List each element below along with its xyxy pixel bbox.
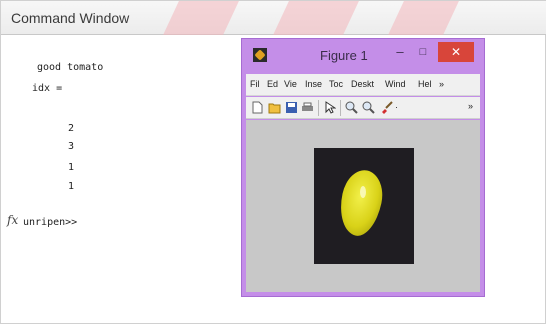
minimize-button[interactable]: – — [390, 44, 410, 60]
fx-icon[interactable]: fx — [7, 213, 18, 227]
zoom-in-icon[interactable] — [345, 101, 358, 114]
tomato-image — [314, 148, 414, 264]
menu-desktop[interactable]: Deskt — [351, 79, 374, 89]
tomato-shape — [334, 166, 388, 240]
figure-menubar: Fil Ed Vie Inse Toc Deskt Wind Hel » — [246, 74, 480, 96]
figure-title: Figure 1 — [320, 48, 368, 63]
menu-overflow-icon[interactable]: » — [439, 79, 444, 89]
menu-insert[interactable]: Inse — [305, 79, 322, 89]
tomato-highlight — [360, 186, 366, 198]
toolbar-separator — [340, 100, 341, 116]
brush-dropdown-icon[interactable]: · — [395, 102, 398, 112]
output-line: idx = — [32, 83, 63, 94]
output-line: 1 — [68, 181, 75, 192]
figure-canvas — [246, 120, 480, 292]
menu-file[interactable]: Fil — [250, 79, 260, 89]
close-button[interactable]: ✕ — [438, 42, 474, 62]
zoom-out-icon[interactable] — [362, 101, 375, 114]
output-line: 1 — [68, 162, 75, 173]
watermark-stripe — [163, 1, 239, 35]
figure-window[interactable]: Figure 1 – □ ✕ Fil Ed Vie Inse Toc Deskt… — [241, 38, 485, 297]
menu-edit[interactable]: Ed — [267, 79, 278, 89]
output-line: good tomato — [37, 62, 104, 73]
menu-window[interactable]: Wind — [385, 79, 406, 89]
toolbar-separator — [318, 100, 319, 116]
figure-titlebar[interactable]: Figure 1 – □ ✕ — [242, 39, 484, 71]
command-window-titlebar: Command Window — [1, 1, 546, 35]
output-line: 3 — [68, 141, 75, 152]
menu-view[interactable]: Vie — [284, 79, 297, 89]
menu-help[interactable]: Hel — [418, 79, 432, 89]
watermark-stripe — [273, 1, 359, 35]
toolbar-overflow-icon[interactable]: » — [468, 101, 473, 111]
new-file-icon[interactable] — [251, 101, 264, 114]
menu-tools[interactable]: Toc — [329, 79, 343, 89]
brush-icon[interactable] — [380, 101, 393, 114]
watermark-stripe — [388, 1, 459, 35]
output-line: 2 — [68, 123, 75, 134]
maximize-button[interactable]: □ — [413, 44, 433, 60]
open-folder-icon[interactable] — [268, 101, 281, 114]
pointer-icon[interactable] — [323, 101, 336, 114]
figure-toolbar: · » — [246, 97, 480, 119]
matlab-logo-icon — [253, 48, 267, 62]
print-icon[interactable] — [301, 101, 314, 114]
command-prompt[interactable]: unripen>> — [23, 217, 77, 228]
command-window-title: Command Window — [11, 10, 130, 26]
save-icon[interactable] — [285, 101, 298, 114]
